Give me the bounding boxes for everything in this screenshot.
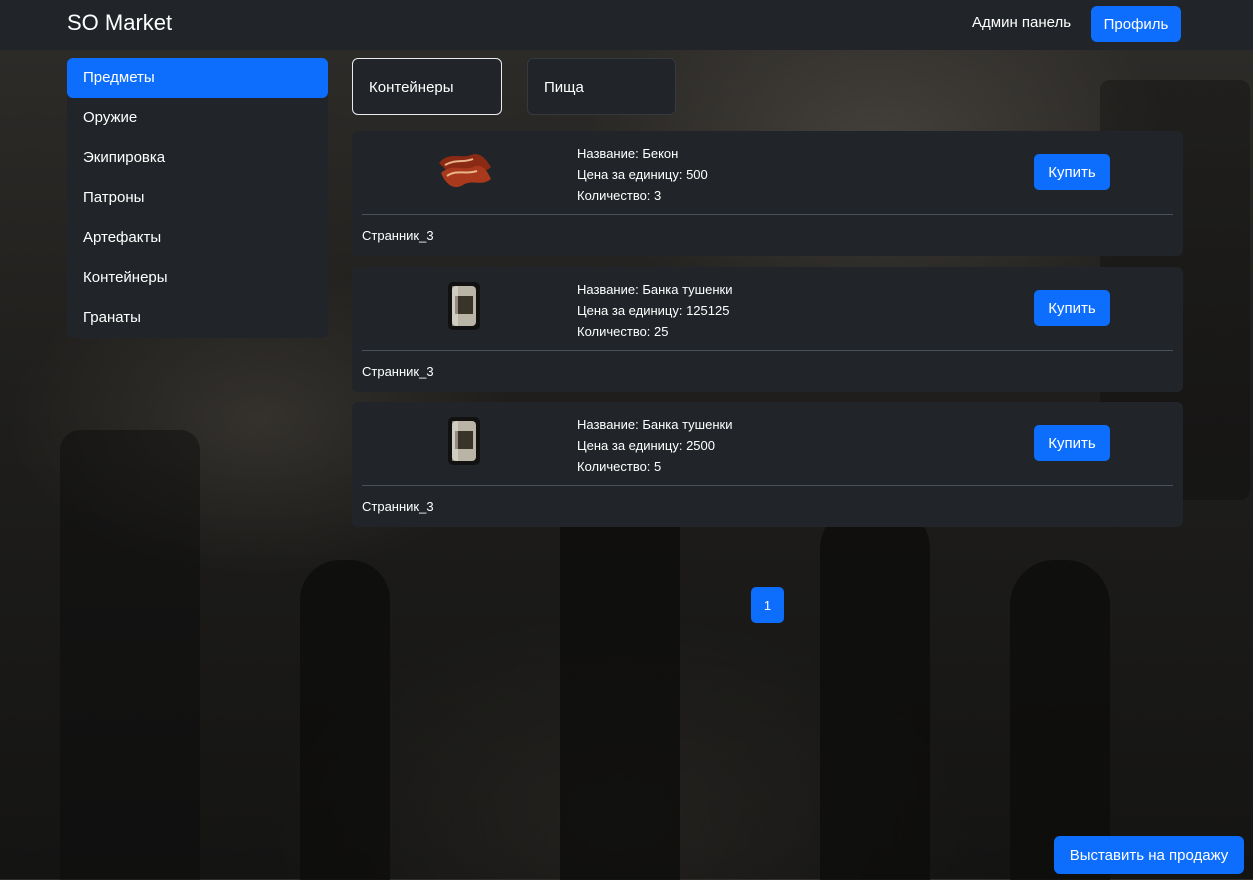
seller-name: Странник_3: [362, 228, 434, 243]
background-soldier-silhouette: [560, 480, 680, 880]
listing-quantity: Количество: 25: [577, 324, 669, 339]
buy-button[interactable]: Купить: [1034, 290, 1110, 326]
buy-button[interactable]: Купить: [1034, 154, 1110, 190]
listing-card: Название: Банка тушенки Цена за единицу:…: [352, 402, 1183, 527]
listing-quantity: Количество: 3: [577, 188, 662, 203]
sidebar-item-grenades[interactable]: Гранаты: [67, 298, 328, 338]
listing-card: Название: Бекон Цена за единицу: 500 Кол…: [352, 131, 1183, 256]
listing-card: Название: Банка тушенки Цена за единицу:…: [352, 267, 1183, 392]
listing-name: Название: Бекон: [577, 146, 679, 161]
top-navbar: SO Market Админ панель Профиль: [0, 0, 1253, 50]
listing-name: Название: Банка тушенки: [577, 417, 733, 432]
listing-price: Цена за единицу: 125125: [577, 303, 730, 318]
listing-name: Название: Банка тушенки: [577, 282, 733, 297]
background-soldier-silhouette: [820, 500, 930, 880]
background-soldier-silhouette: [1010, 560, 1110, 880]
canned-meat-icon: [433, 412, 495, 470]
category-sidebar: Предметы Оружие Экипировка Патроны Артеф…: [67, 58, 328, 338]
listing-price: Цена за единицу: 500: [577, 167, 708, 182]
subcategory-containers[interactable]: Контейнеры: [352, 58, 502, 115]
card-divider: [362, 350, 1173, 351]
background-soldier-silhouette: [300, 560, 390, 880]
sidebar-item-weapons[interactable]: Оружие: [67, 98, 328, 138]
subcategory-food[interactable]: Пища: [527, 58, 676, 115]
card-divider: [362, 214, 1173, 215]
listing-price: Цена за единицу: 2500: [577, 438, 715, 453]
background-ruins: [60, 430, 200, 880]
buy-button[interactable]: Купить: [1034, 425, 1110, 461]
sidebar-item-artifacts[interactable]: Артефакты: [67, 218, 328, 258]
seller-name: Странник_3: [362, 364, 434, 379]
sidebar-item-containers[interactable]: Контейнеры: [67, 258, 328, 298]
canned-meat-icon: [433, 277, 495, 335]
listing-info: Название: Банка тушенки Цена за единицу:…: [577, 414, 732, 477]
listing-quantity: Количество: 5: [577, 459, 662, 474]
card-divider: [362, 485, 1173, 486]
listing-info: Название: Банка тушенки Цена за единицу:…: [577, 279, 732, 342]
profile-button[interactable]: Профиль: [1091, 6, 1181, 42]
seller-name: Странник_3: [362, 499, 434, 514]
bacon-icon: [433, 141, 495, 199]
brand-logo[interactable]: SO Market: [67, 10, 172, 36]
sell-item-button[interactable]: Выставить на продажу: [1054, 836, 1244, 874]
admin-panel-link[interactable]: Админ панель: [972, 14, 1071, 31]
sidebar-item-ammo[interactable]: Патроны: [67, 178, 328, 218]
sidebar-item-items[interactable]: Предметы: [67, 58, 328, 98]
sidebar-item-equipment[interactable]: Экипировка: [67, 138, 328, 178]
pagination-page-1[interactable]: 1: [751, 587, 784, 623]
listing-info: Название: Бекон Цена за единицу: 500 Кол…: [577, 143, 708, 206]
